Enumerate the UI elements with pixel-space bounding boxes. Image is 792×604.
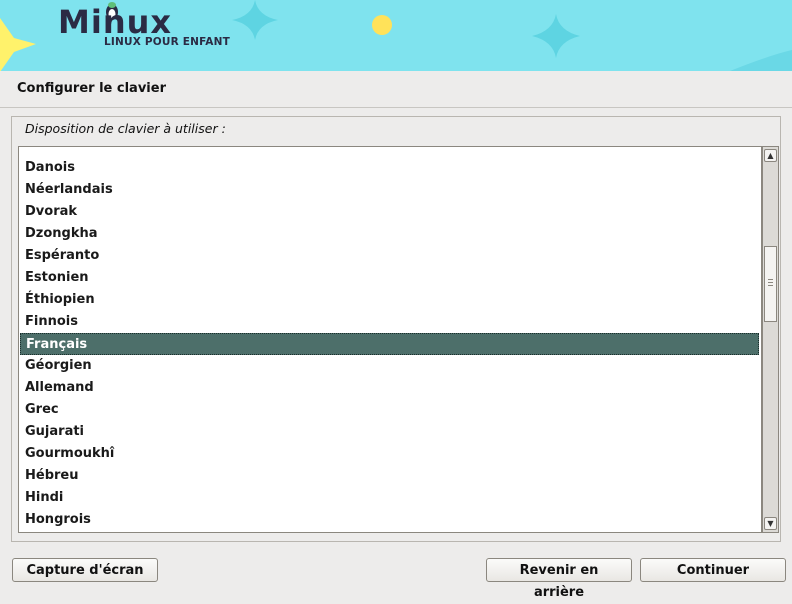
header-banner: Minux LINUX POUR ENFANT	[0, 0, 792, 71]
dot-icon	[372, 15, 392, 35]
page-title: Configurer le clavier	[17, 81, 166, 96]
back-button[interactable]: Revenir en arrière	[486, 558, 632, 600]
star-icon	[0, 18, 36, 71]
list-item-partial[interactable]	[19, 531, 761, 532]
scroll-up-icon[interactable]: ▲	[764, 149, 777, 162]
keyboard-layout-list[interactable]: Danois Néerlandais Dvorak Dzongkha Espéranto…	[18, 146, 762, 533]
grip-line	[768, 279, 773, 280]
sparkle-icon	[532, 14, 580, 58]
list-item[interactable]: Allemand	[19, 377, 761, 399]
list-item[interactable]: Dzongkha	[19, 223, 761, 245]
divider	[0, 107, 792, 108]
list-item[interactable]: Gourmoukhî	[19, 443, 761, 465]
list-item[interactable]: Dvorak	[19, 201, 761, 223]
list-item-partial[interactable]	[19, 147, 761, 157]
list-item[interactable]: Hébreu	[19, 465, 761, 487]
continue-button[interactable]: Continuer	[640, 558, 786, 582]
list-item[interactable]: Danois	[19, 157, 761, 179]
list-item-selected[interactable]: Français	[20, 333, 759, 355]
grip-line	[768, 282, 773, 283]
wave-decoration	[730, 50, 792, 71]
list-item[interactable]: Hongrois	[19, 509, 761, 531]
list-item[interactable]: Éthiopien	[19, 289, 761, 311]
keyboard-layout-label: Disposition de clavier à utiliser :	[25, 121, 226, 136]
list-item[interactable]: Espéranto	[19, 245, 761, 267]
list-item[interactable]: Hindi	[19, 487, 761, 509]
list-item[interactable]: Finnois	[19, 311, 761, 333]
screenshot-button[interactable]: Capture d'écran	[12, 558, 158, 582]
logo-subtitle: LINUX POUR ENFANT	[104, 36, 230, 48]
list-item[interactable]: Grec	[19, 399, 761, 421]
keyboard-layout-items: Danois Néerlandais Dvorak Dzongkha Espéranto…	[19, 147, 761, 532]
list-item[interactable]: Géorgien	[19, 355, 761, 377]
list-item[interactable]: Néerlandais	[19, 179, 761, 201]
list-scrollbar[interactable]: ▲ ▼	[762, 146, 779, 533]
scroll-down-icon[interactable]: ▼	[764, 517, 777, 530]
sparkle-icon	[232, 0, 278, 40]
scrollbar-thumb[interactable]	[764, 246, 777, 322]
list-item[interactable]: Gujarati	[19, 421, 761, 443]
list-item[interactable]: Estonien	[19, 267, 761, 289]
grip-line	[768, 285, 773, 286]
